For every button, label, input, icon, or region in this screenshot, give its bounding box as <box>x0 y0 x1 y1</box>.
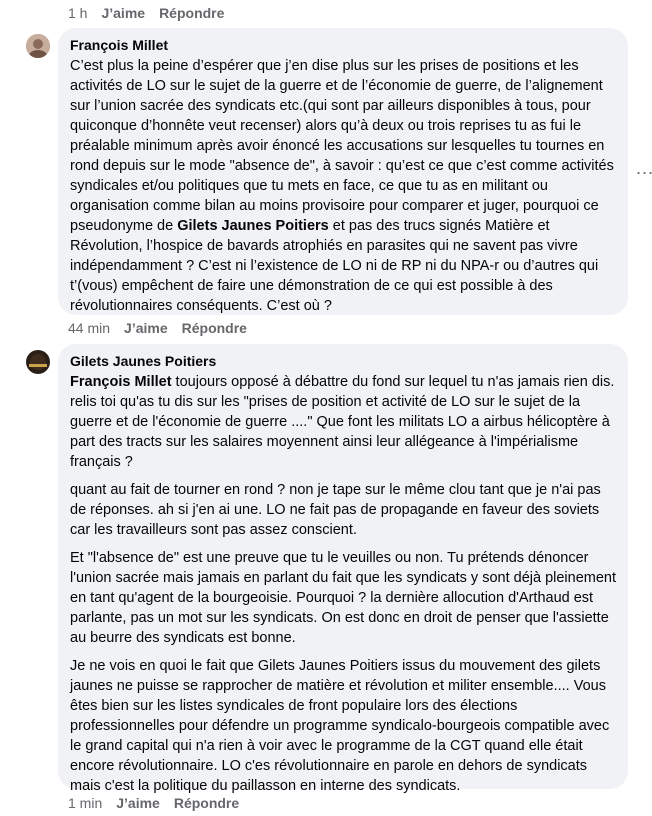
avatar[interactable] <box>26 350 50 374</box>
mention-link[interactable]: Gilets Jaunes Poitiers <box>177 218 329 234</box>
like-button[interactable]: J’aime <box>116 795 160 811</box>
comment-author[interactable]: François Millet <box>70 36 616 54</box>
reply-button[interactable]: Répondre <box>159 5 224 21</box>
comment-text: C’est plus la peine d’espérer que j’en d… <box>70 56 616 316</box>
like-button[interactable]: J’aime <box>124 320 168 336</box>
like-button[interactable]: J’aime <box>101 5 145 21</box>
comment-timestamp[interactable]: 1 h <box>68 5 87 21</box>
comment-paragraph: Je ne vois en quoi le fait que Gilets Ja… <box>70 658 610 794</box>
comment-paragraph: quant au fait de tourner en rond ? non j… <box>70 482 601 538</box>
reply-button[interactable]: Répondre <box>182 320 247 336</box>
comment-author[interactable]: Gilets Jaunes Poitiers <box>70 352 616 370</box>
comment-actions-top: 1 h J’aime Répondre <box>68 5 224 21</box>
comment-actions: 1 min J’aime Répondre <box>68 795 239 811</box>
comment-timestamp[interactable]: 1 min <box>68 795 102 811</box>
comment-text: François Millet toujours opposé à débatt… <box>70 372 616 796</box>
comment-text-part: C’est plus la peine d’espérer que j’en d… <box>70 58 614 234</box>
comment-actions: 44 min J’aime Répondre <box>68 320 247 336</box>
reply-button[interactable]: Répondre <box>174 795 239 811</box>
mention-link[interactable]: François Millet <box>70 374 172 390</box>
comment-timestamp[interactable]: 44 min <box>68 320 110 336</box>
comment-bubble: Gilets Jaunes Poitiers François Millet t… <box>58 344 628 794</box>
comment-bubble: François Millet C’est plus la peine d’es… <box>58 28 628 315</box>
avatar[interactable] <box>26 34 50 58</box>
more-options-icon[interactable]: ... <box>636 158 652 179</box>
comment-paragraph: Et "l'absence de" est une preuve que tu … <box>70 550 617 646</box>
